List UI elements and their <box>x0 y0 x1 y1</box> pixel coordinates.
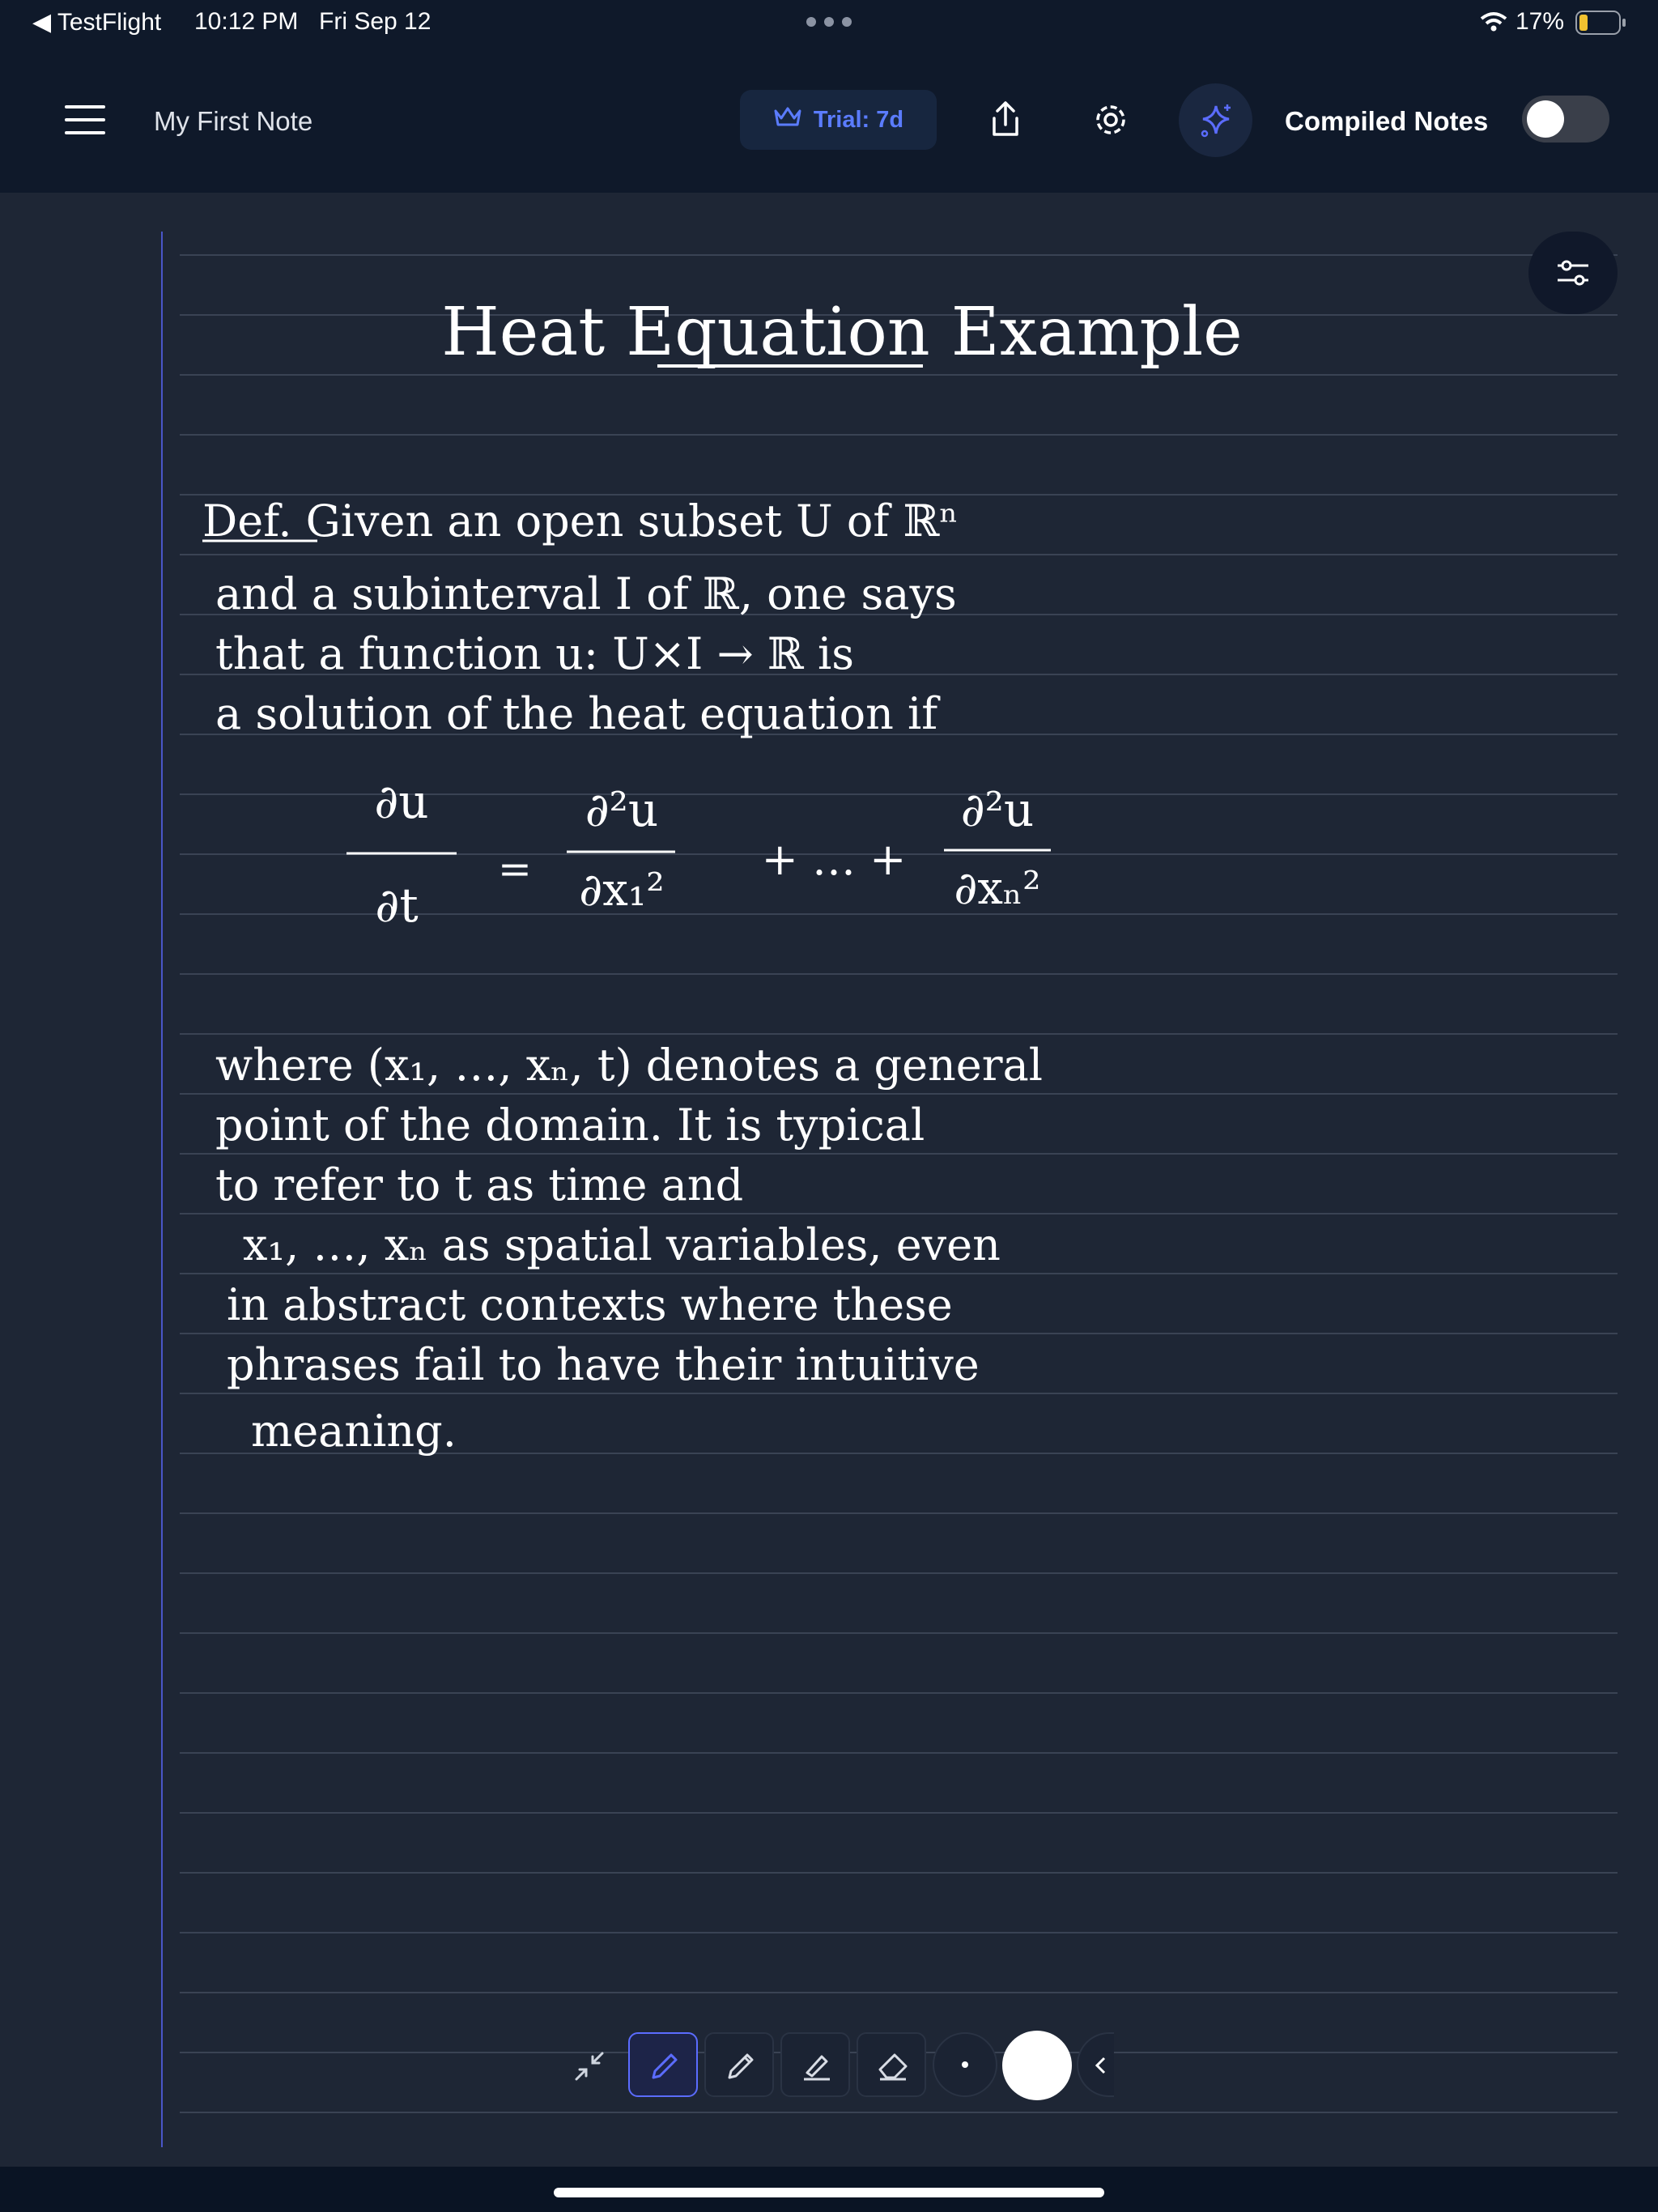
note-line-10: phrases fail to have their intuitive <box>227 1339 980 1390</box>
note-line-1: Def. Given an open subset U of ℝⁿ <box>202 496 959 547</box>
eq-plus-dots: + … + <box>762 834 907 885</box>
pen-icon <box>652 2053 678 2079</box>
eq-term1-numerator: ∂²u <box>585 782 659 837</box>
note-line-3: that a function u: U×I → ℝ is <box>215 628 854 679</box>
highlighter-icon <box>804 2055 830 2081</box>
eq-term2-numerator: ∂²u <box>961 782 1035 837</box>
eq-lhs-numerator: ∂u <box>374 774 428 829</box>
color-swatch-white[interactable] <box>1002 2031 1072 2100</box>
note-heading: Heat Equation Example <box>441 294 1242 371</box>
note-line-5: where (x₁, …, xₙ, t) denotes a general <box>215 1040 1043 1091</box>
note-line-9: in abstract contexts where these <box>227 1279 953 1330</box>
eq-equals: = <box>498 845 532 892</box>
pencil-icon <box>728 2053 754 2079</box>
pen-tool[interactable] <box>628 2032 698 2097</box>
eraser-tool[interactable] <box>857 2032 926 2097</box>
highlighter-tool[interactable] <box>780 2032 850 2097</box>
note-line-2: and a subinterval I of ℝ, one says <box>215 568 957 619</box>
note-line-11: meaning. <box>251 1406 457 1457</box>
note-line-6: point of the domain. It is typical <box>215 1100 925 1151</box>
drawing-toolbar <box>547 2024 1114 2108</box>
stroke-size-small[interactable] <box>933 2032 997 2097</box>
expand-toolbar-button[interactable] <box>1077 2032 1114 2097</box>
eq-term1-denominator: ∂x₁² <box>579 864 664 917</box>
eq-lhs-denominator: ∂t <box>375 878 418 933</box>
eraser-icon <box>878 2053 908 2081</box>
collapse-toolbar-icon[interactable] <box>572 2048 607 2088</box>
eq-term2-denominator: ∂xₙ² <box>954 862 1040 915</box>
pencil-tool[interactable] <box>704 2032 774 2097</box>
note-line-7: to refer to t as time and <box>215 1159 743 1210</box>
handwriting-layer: Heat Equation Example Def. Given an open… <box>202 294 1243 1457</box>
home-indicator <box>554 2188 1104 2197</box>
note-line-8: x₁, …, xₙ as spatial variables, even <box>243 1219 1001 1270</box>
chevron-left-icon <box>1093 2055 1109 2080</box>
note-line-4: a solution of the heat equation if <box>215 688 941 739</box>
heat-equation: ∂u ∂t = ∂²u ∂x₁² + … + ∂²u ∂xₙ² <box>346 774 1051 933</box>
